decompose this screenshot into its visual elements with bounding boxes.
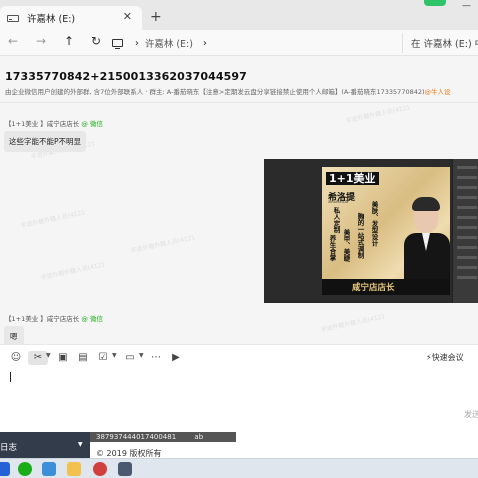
explorer-tabstrip: 许嘉林 (E:) ✕ + — — [0, 0, 478, 30]
group-mention: @牛人设 — [424, 88, 451, 96]
message-input-area: ☺ ✂ ▼ ▣ ▤ ☑ ▼ ▭ ▼ ⋯ ▶ ⚡快速会议 发送 — [0, 344, 478, 432]
poster-service: 养生合掌 — [328, 235, 336, 261]
refresh-icon[interactable]: ↻ — [91, 34, 101, 48]
chat-subtitle: 由企业微信用户创建的外部群, 含7位外部联系人 · 群主: A-番茄晓东【注意>… — [5, 86, 451, 96]
emoji-icon[interactable]: ☺ — [9, 351, 23, 365]
poster-brand: 1+1美业 — [326, 172, 379, 185]
todo-icon[interactable]: ☑ — [96, 351, 110, 365]
chevron-down-icon[interactable]: ▼ — [139, 352, 144, 359]
chevron-down-icon[interactable]: ▼ — [112, 352, 117, 359]
recording-indicator — [424, 0, 446, 6]
tab-title: 许嘉林 (E:) — [27, 14, 76, 25]
address-bar[interactable]: › 许嘉林 (E:) › — [112, 33, 392, 53]
video-icon[interactable]: ▶ — [169, 351, 183, 365]
background-sidebar-label: 日志 — [0, 443, 18, 453]
chat-window: 17335770842+2150013362037044597 由企业微信用户创… — [0, 56, 478, 432]
tab-drive-e[interactable]: 许嘉林 (E:) ✕ — [0, 6, 142, 30]
poster-service: 美肤、发型设计 — [370, 201, 378, 247]
background-window: 日志 ▼ 387937444017400481 ab © 2019 版权所有 — [0, 432, 478, 458]
chevron-down-icon[interactable]: ▼ — [78, 441, 83, 448]
background-strip-tail: ab — [194, 433, 204, 441]
breadcrumb-more-icon[interactable]: › — [203, 38, 207, 49]
explorer-navbar: ← → ↑ ↻ › 许嘉林 (E:) › 在 许嘉林 (E:) 中搜 — [0, 30, 478, 56]
text-caret[interactable] — [10, 372, 11, 382]
file-icon[interactable]: ▤ — [76, 351, 90, 365]
message-bubble[interactable]: 这些字能不能P不明显 — [4, 131, 87, 152]
taskbar — [0, 458, 478, 478]
watermark: 字迹外籍外籍人员(4121 — [130, 234, 196, 255]
more-icon[interactable]: ⋯ — [149, 351, 163, 365]
close-tab-icon[interactable]: ✕ — [123, 10, 132, 23]
chevron-down-icon[interactable]: ▼ — [46, 352, 51, 359]
background-sidebar[interactable]: 日志 ▼ — [0, 432, 90, 458]
send-button[interactable]: 发送 — [464, 409, 478, 420]
watermark: 字迹外籍外籍人员(4121 — [345, 104, 411, 125]
chat-title: 17335770842+2150013362037044597 — [5, 70, 247, 83]
folder-icon[interactable]: ▭ — [123, 351, 137, 365]
scissors-icon[interactable]: ✂ — [28, 351, 48, 365]
browser-icon[interactable] — [93, 462, 107, 476]
wechat-tag: @ 微信 — [81, 120, 103, 128]
background-strip: 387937444017400481 ab — [90, 432, 236, 442]
file-explorer-icon[interactable] — [67, 462, 81, 476]
image-icon[interactable]: ▣ — [56, 351, 70, 365]
sender-name: 【1+1美业 】咸宁店店长 — [5, 120, 80, 128]
poster-name-en: XIRUMEITAY — [328, 200, 349, 204]
group-description: 由企业微信用户创建的外部群, 含7位外部联系人 · 群主: A-番茄晓东【注意>… — [5, 88, 425, 96]
drive-icon — [7, 14, 19, 22]
back-arrow-icon[interactable]: ← — [8, 34, 18, 48]
sender-name: 【1+1美业 】咸宁店店长 — [5, 315, 80, 323]
image-message[interactable]: 1+1美业 希洛提 XIRUMEITAY 私人定制 养生合掌 美甲、美睫 胸的一… — [264, 159, 478, 303]
forward-arrow-icon[interactable]: → — [36, 34, 46, 48]
message-sender: 【1+1美业 】咸宁店店长 @ 微信 — [5, 313, 103, 323]
wechat-tag: @ 微信 — [81, 315, 103, 323]
poster-store-name: 咸宁店店长 — [352, 283, 395, 293]
poster-service: 美甲、美睫 — [342, 229, 350, 262]
wechat-icon[interactable] — [18, 462, 32, 476]
breadcrumb-sep: › — [135, 37, 139, 49]
poster-service: 胸的一站式调制 — [356, 213, 364, 259]
search-input[interactable]: 在 许嘉林 (E:) 中搜 — [402, 33, 478, 53]
watermark: 字迹外籍外籍人员(4121 — [20, 209, 86, 230]
minimize-button[interactable]: — — [462, 1, 471, 11]
photoshop-panel — [452, 159, 478, 303]
background-strip-text: 387937444017400481 — [96, 433, 177, 441]
start-icon[interactable] — [0, 462, 10, 476]
wecom-icon[interactable] — [42, 462, 56, 476]
this-pc-icon — [112, 39, 123, 49]
up-arrow-icon[interactable]: ↑ — [64, 34, 74, 48]
message-sender: 【1+1美业 】咸宁店店长 @ 微信 — [5, 118, 103, 128]
quick-meeting-label: 快速会议 — [431, 353, 464, 362]
watermark: 字迹外籍外籍人员(4121 — [40, 261, 106, 282]
quick-meeting-button[interactable]: ⚡快速会议 — [426, 352, 464, 363]
new-tab-button[interactable]: + — [150, 10, 162, 24]
poster-image: 1+1美业 希洛提 XIRUMEITAY 私人定制 养生合掌 美甲、美睫 胸的一… — [322, 167, 450, 295]
watermark: 字迹外籍外籍人员(4121 — [320, 313, 386, 334]
breadcrumb-item[interactable]: 许嘉林 (E:) — [145, 36, 193, 50]
app-icon[interactable] — [118, 462, 132, 476]
poster-service: 私人定制 — [332, 207, 340, 233]
